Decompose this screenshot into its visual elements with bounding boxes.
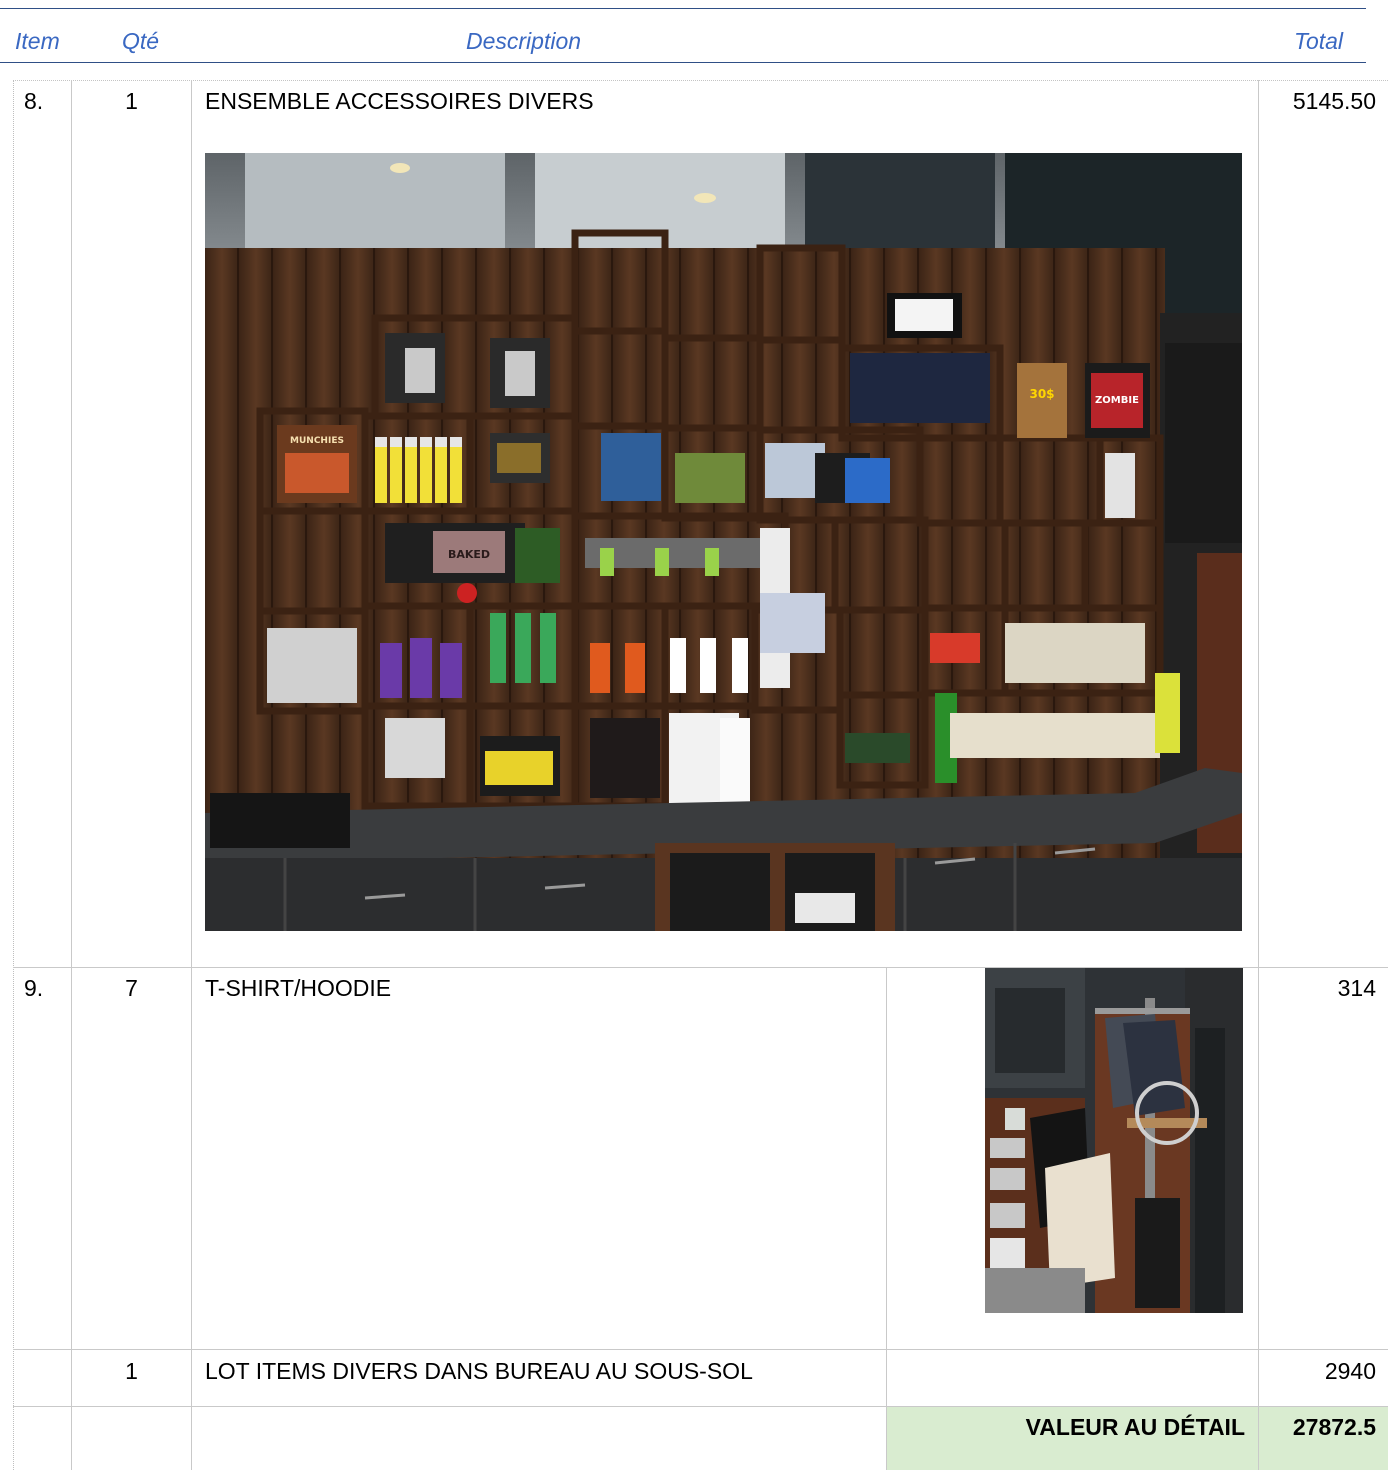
row-8-total: 5145.50 [1292,88,1376,114]
row-lot-total: 2940 [1324,1358,1376,1384]
shelving-display-photo: MUNCHIES BAKED 30$ ZOMBIE [205,153,1242,931]
header-item: Item [15,28,60,54]
row-lot-qty: 1 [125,1358,138,1384]
table-top-border [13,80,1388,81]
summary-value: 27872.5 [1292,1414,1376,1440]
row-9-description: T-SHIRT/HOODIE [205,975,392,1001]
header-total: Total [1294,28,1344,54]
row-divider-9-lot [13,1349,1388,1350]
header-top-rule [0,8,1366,9]
header-bottom-rule [0,62,1366,63]
col-divider-item-qty [71,80,72,1470]
photo-book-label: MUNCHIES [290,436,344,446]
summary-label: VALEUR AU DÉTAIL [1025,1414,1245,1440]
row-9-qty: 7 [125,975,138,1001]
col-divider-desc-image [886,968,887,1470]
photo-zombie-label: ZOMBIE [1095,395,1139,406]
col-divider-qty-desc [191,80,192,1470]
row-lot-description: LOT ITEMS DIVERS DANS BUREAU AU SOUS-SOL [205,1358,753,1384]
header-description: Description [466,28,582,54]
table-left-border [13,80,14,1470]
clothing-rack-photo [985,968,1243,1313]
col-divider-desc-total [1258,80,1259,1470]
photo-bag-label: 30$ [1029,387,1054,401]
row-8-qty: 1 [125,88,138,114]
photo-baked-label: BAKED [448,548,490,561]
row-8-item: 8. [24,88,44,114]
header-qty: Qté [122,28,160,54]
row-9-total: 314 [1337,975,1376,1001]
row-9-item: 9. [24,975,44,1001]
row-8-description: ENSEMBLE ACCESSOIRES DIVERS [205,88,594,114]
